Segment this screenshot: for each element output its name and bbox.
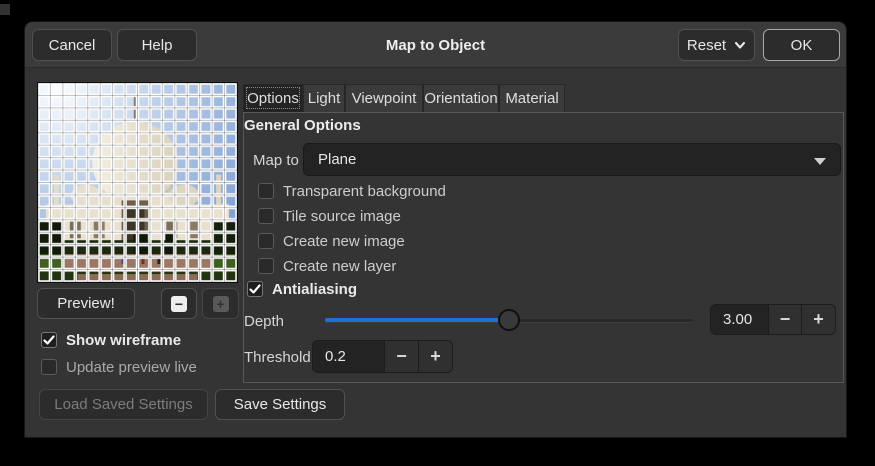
preview-scene	[38, 83, 237, 282]
threshold-decrement-button[interactable]: −	[384, 341, 418, 372]
zoom-out-icon: −	[171, 296, 187, 312]
tab-viewpoint-label: Viewpoint	[352, 90, 417, 107]
screen: Cancel Help Map to Object Reset OK	[0, 0, 875, 466]
checkbox-unchecked	[258, 258, 274, 274]
reset-button[interactable]: Reset	[678, 29, 755, 61]
tab-orientation[interactable]: Orientation	[423, 84, 499, 112]
antialiasing-label: Antialiasing	[272, 281, 357, 298]
preview-button-label: Preview!	[57, 295, 115, 312]
threshold-increment-button[interactable]: +	[418, 341, 452, 372]
load-saved-settings-label: Load Saved Settings	[54, 396, 192, 413]
checkbox-unchecked	[258, 183, 274, 199]
minus-icon: −	[780, 309, 791, 330]
tab-light[interactable]: Light	[303, 84, 345, 112]
checkbox-unchecked	[258, 233, 274, 249]
plus-icon: +	[430, 346, 441, 367]
checkbox-unchecked	[41, 359, 57, 375]
tab-options-label: Options	[247, 90, 299, 107]
tab-material[interactable]: Material	[499, 84, 565, 112]
zoom-out-button[interactable]: −	[161, 288, 197, 319]
depth-slider[interactable]	[325, 310, 693, 330]
create-new-layer-checkbox[interactable]: Create new layer	[258, 257, 396, 275]
show-wireframe-checkbox[interactable]: Show wireframe	[41, 331, 181, 349]
ok-button[interactable]: OK	[763, 29, 840, 61]
create-new-image-checkbox[interactable]: Create new image	[258, 232, 405, 250]
plus-icon: +	[813, 309, 824, 330]
save-settings-button[interactable]: Save Settings	[215, 389, 345, 420]
depth-slider-handle[interactable]	[498, 309, 520, 331]
tile-source-image-label: Tile source image	[283, 208, 401, 225]
depth-label: Depth	[244, 313, 284, 330]
map-to-dropdown[interactable]: Plane	[303, 143, 841, 176]
checkbox-checked	[247, 281, 263, 297]
tab-orientation-label: Orientation	[424, 90, 497, 107]
antialiasing-checkbox[interactable]: Antialiasing	[247, 280, 357, 298]
general-options-header: General Options	[244, 117, 361, 134]
checkbox-checked	[41, 332, 57, 348]
depth-slider-fill	[325, 318, 509, 322]
tile-source-image-checkbox[interactable]: Tile source image	[258, 207, 401, 225]
check-icon	[249, 283, 261, 295]
depth-increment-button[interactable]: +	[801, 305, 835, 334]
update-preview-live-label: Update preview live	[66, 359, 197, 376]
wireframe-grid	[38, 83, 237, 282]
save-settings-label: Save Settings	[234, 396, 327, 413]
check-icon	[43, 334, 55, 346]
titlebar[interactable]: Cancel Help Map to Object Reset OK	[25, 22, 846, 68]
preview-image[interactable]	[37, 82, 238, 283]
tab-light-label: Light	[308, 90, 341, 107]
depth-decrement-button[interactable]: −	[768, 305, 801, 334]
map-to-value: Plane	[318, 151, 356, 168]
threshold-label: Threshold	[244, 349, 311, 366]
zoom-in-button[interactable]: +	[202, 288, 239, 319]
transparent-background-label: Transparent background	[283, 183, 446, 200]
threshold-value[interactable]: 0.2	[313, 341, 384, 372]
threshold-spinbox: 0.2 − +	[312, 340, 453, 373]
minus-icon: −	[396, 346, 407, 367]
tab-options[interactable]: Options	[243, 84, 303, 112]
zoom-in-icon: +	[213, 296, 229, 312]
background-window-fragment	[0, 4, 10, 15]
ok-button-label: OK	[791, 37, 813, 54]
map-to-label: Map to	[253, 152, 299, 169]
depth-value[interactable]: 3.00	[711, 305, 768, 334]
reset-button-label: Reset	[687, 37, 726, 54]
preview-button[interactable]: Preview!	[37, 288, 135, 319]
chevron-down-icon	[734, 39, 746, 51]
depth-spinbox: 3.00 − +	[710, 304, 836, 335]
map-to-object-dialog: Cancel Help Map to Object Reset OK	[25, 22, 846, 437]
checkbox-unchecked	[258, 208, 274, 224]
create-new-layer-label: Create new layer	[283, 258, 396, 275]
create-new-image-label: Create new image	[283, 233, 405, 250]
load-saved-settings-button[interactable]: Load Saved Settings	[39, 389, 208, 420]
transparent-background-checkbox[interactable]: Transparent background	[258, 182, 446, 200]
update-preview-live-checkbox[interactable]: Update preview live	[41, 358, 197, 376]
tab-viewpoint[interactable]: Viewpoint	[345, 84, 423, 112]
tab-material-label: Material	[505, 90, 558, 107]
dropdown-arrow-icon	[814, 158, 826, 165]
show-wireframe-label: Show wireframe	[66, 332, 181, 349]
